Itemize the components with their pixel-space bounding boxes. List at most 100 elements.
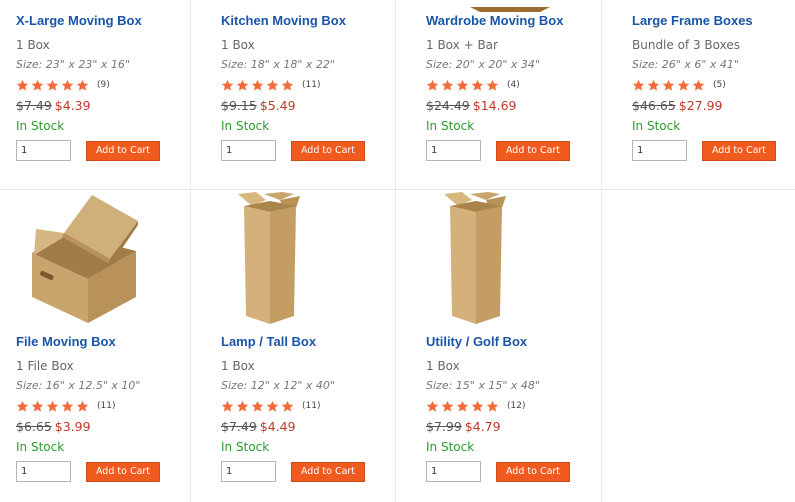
product-card: X-Large Moving Box 1 Box Size: 23" x 23"… (16, 13, 221, 161)
star-rating (221, 79, 296, 92)
star-icon (61, 79, 75, 92)
price-block: $7.99 $4.79 (426, 419, 631, 434)
sale-price: $27.99 (678, 98, 723, 113)
review-count[interactable]: (11) (97, 401, 115, 411)
product-title-link[interactable]: Lamp / Tall Box (221, 334, 426, 349)
product-size: Size: 26" x 6" x 41" (632, 58, 739, 71)
star-icon (236, 400, 250, 413)
star-rating (426, 400, 501, 413)
star-rating (16, 400, 91, 413)
quantity-input[interactable] (632, 140, 687, 161)
product-title-link[interactable]: Large Frame Boxes (632, 13, 795, 28)
review-count[interactable]: (11) (302, 80, 320, 90)
star-icon (76, 400, 90, 413)
price-block: $6.65 $3.99 (16, 419, 221, 434)
product-quantity-description: 1 Box + Bar (426, 38, 498, 52)
product-rating[interactable]: (5) (632, 78, 795, 92)
product-rating[interactable]: (11) (221, 78, 426, 92)
review-count[interactable]: (12) (507, 401, 525, 411)
product-rating[interactable]: (11) (16, 399, 221, 413)
quantity-input[interactable] (426, 140, 481, 161)
star-icon (441, 79, 455, 92)
product-title-link[interactable]: Wardrobe Moving Box (426, 13, 631, 28)
product-card: Kitchen Moving Box 1 Box Size: 18" x 18"… (221, 13, 426, 161)
cart-row: Add to Cart (16, 461, 221, 482)
star-icon (251, 79, 265, 92)
sale-price: $4.49 (259, 419, 296, 434)
product-quantity-description: 1 Box (426, 359, 460, 373)
add-to-cart-button[interactable]: Add to Cart (496, 140, 570, 161)
stock-status: In Stock (221, 440, 270, 454)
star-icon (426, 79, 440, 92)
quantity-input[interactable] (426, 461, 481, 482)
star-icon (31, 79, 45, 92)
stock-status: In Stock (632, 119, 681, 133)
utility-golf-box-image[interactable] (440, 192, 510, 331)
product-card: Large Frame Boxes Bundle of 3 Boxes Size… (632, 13, 795, 161)
sale-price: $14.69 (472, 98, 517, 113)
product-title-link[interactable]: Utility / Golf Box (426, 334, 631, 349)
star-rating (221, 400, 296, 413)
quantity-input[interactable] (221, 461, 276, 482)
product-rating[interactable]: (9) (16, 78, 221, 92)
add-to-cart-button[interactable]: Add to Cart (702, 140, 776, 161)
product-card: Lamp / Tall Box 1 Box Size: 12" x 12" x … (221, 334, 426, 482)
add-to-cart-button[interactable]: Add to Cart (291, 461, 365, 482)
star-icon (61, 400, 75, 413)
product-title-link[interactable]: Kitchen Moving Box (221, 13, 426, 28)
star-icon (281, 79, 295, 92)
star-rating (426, 79, 501, 92)
add-to-cart-button[interactable]: Add to Cart (86, 140, 160, 161)
add-to-cart-button[interactable]: Add to Cart (496, 461, 570, 482)
row-divider (0, 189, 795, 190)
star-icon (46, 79, 60, 92)
cart-row: Add to Cart (221, 461, 426, 482)
product-title-link[interactable]: X-Large Moving Box (16, 13, 221, 28)
price-block: $7.49 $4.39 (16, 98, 221, 113)
star-icon (632, 79, 646, 92)
quantity-input[interactable] (221, 140, 276, 161)
product-card: File Moving Box 1 File Box Size: 16" x 1… (16, 334, 221, 482)
star-icon (486, 400, 500, 413)
review-count[interactable]: (5) (713, 80, 726, 90)
product-size: Size: 20" x 20" x 34" (426, 58, 540, 71)
product-rating[interactable]: (4) (426, 78, 631, 92)
cart-row: Add to Cart (632, 140, 795, 161)
product-title-link[interactable]: File Moving Box (16, 334, 221, 349)
star-icon (456, 400, 470, 413)
quantity-input[interactable] (16, 461, 71, 482)
cart-row: Add to Cart (426, 461, 631, 482)
review-count[interactable]: (11) (302, 401, 320, 411)
lamp-tall-box-image[interactable] (234, 192, 304, 331)
product-size: Size: 23" x 23" x 16" (16, 58, 130, 71)
star-icon (221, 79, 235, 92)
add-to-cart-button[interactable]: Add to Cart (291, 140, 365, 161)
star-rating (16, 79, 91, 92)
quantity-input[interactable] (16, 140, 71, 161)
review-count[interactable]: (9) (97, 80, 110, 90)
product-quantity-description: 1 Box (221, 359, 255, 373)
star-icon (471, 400, 485, 413)
cart-row: Add to Cart (426, 140, 631, 161)
product-size: Size: 15" x 15" x 48" (426, 379, 540, 392)
star-icon (677, 79, 691, 92)
sale-price: $3.99 (54, 419, 91, 434)
stock-status: In Stock (16, 440, 65, 454)
product-card: Utility / Golf Box 1 Box Size: 15" x 15"… (426, 334, 631, 482)
add-to-cart-button[interactable]: Add to Cart (86, 461, 160, 482)
product-rating[interactable]: (11) (221, 399, 426, 413)
cart-row: Add to Cart (16, 140, 221, 161)
product-size: Size: 16" x 12.5" x 10" (16, 379, 141, 392)
product-quantity-description: 1 Box (16, 38, 50, 52)
star-icon (281, 400, 295, 413)
stock-status: In Stock (426, 440, 475, 454)
original-price: $9.15 (221, 98, 257, 113)
file-moving-box-image[interactable] (28, 193, 140, 330)
product-rating[interactable]: (12) (426, 399, 631, 413)
star-icon (251, 400, 265, 413)
sale-price: $4.79 (464, 419, 501, 434)
review-count[interactable]: (4) (507, 80, 520, 90)
original-price: $7.49 (16, 98, 52, 113)
product-quantity-description: Bundle of 3 Boxes (632, 38, 740, 52)
price-block: $7.49 $4.49 (221, 419, 426, 434)
